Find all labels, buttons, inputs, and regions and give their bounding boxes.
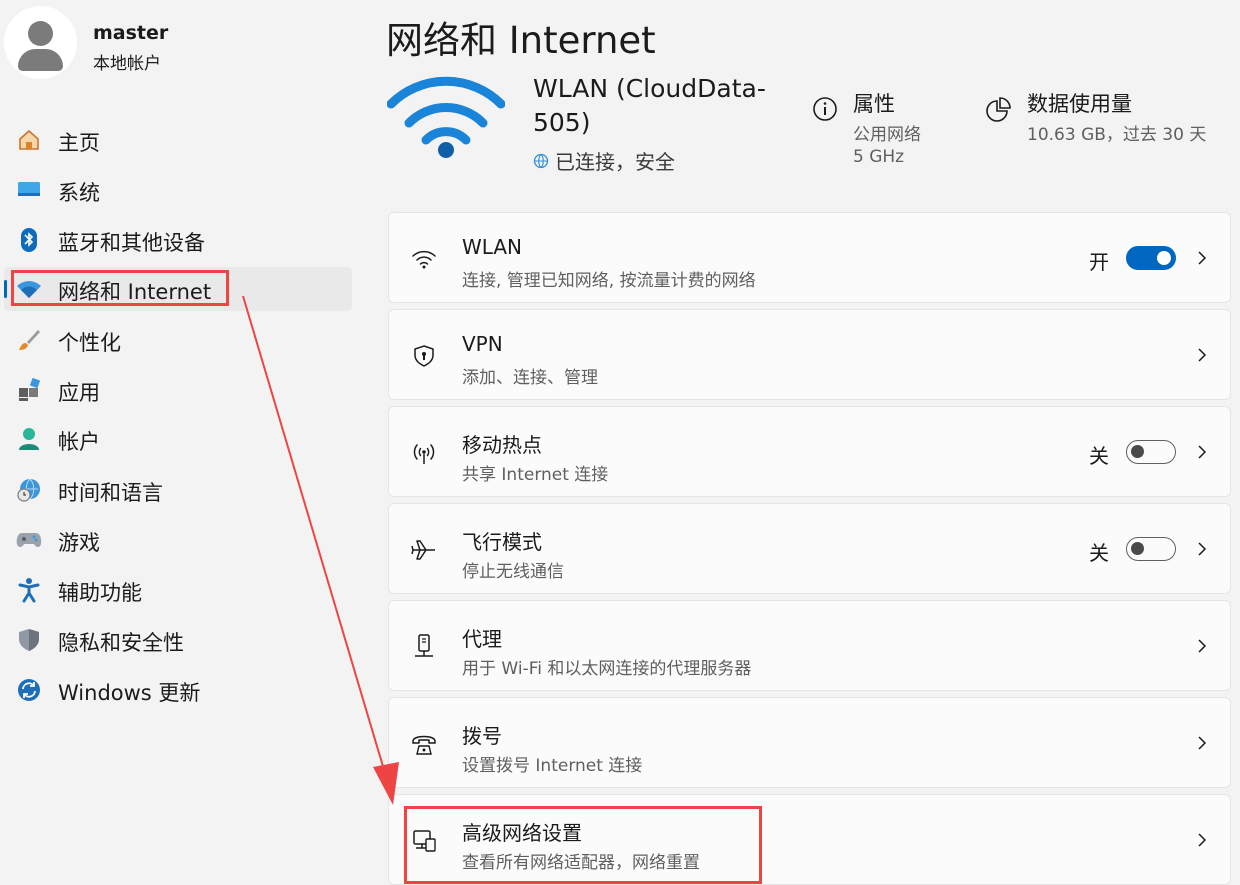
card-subtitle: 停止无线通信 xyxy=(462,562,564,582)
wifi-icon xyxy=(411,246,437,272)
sidebar-item-accounts[interactable]: 帐户 xyxy=(4,417,352,461)
toggle-knob xyxy=(1131,445,1144,458)
chevron-right-icon xyxy=(1198,348,1207,362)
card-title: WLAN xyxy=(462,235,523,259)
sidebar-item-label: 帐户 xyxy=(58,430,100,454)
dialup-icon xyxy=(411,731,437,757)
data-usage-amount: 10.63 GB，过去 30 天 xyxy=(1027,125,1207,145)
card-subtitle: 共享 Internet 连接 xyxy=(462,465,609,485)
sidebar-item-label: Windows 更新 xyxy=(58,681,201,705)
avatar-head-icon xyxy=(28,21,53,46)
annotation-highlight-advanced xyxy=(404,806,762,884)
avatar[interactable] xyxy=(4,6,77,79)
sidebar-item-label: 隐私和安全性 xyxy=(58,631,184,655)
card-title: VPN xyxy=(462,332,503,356)
apps-icon xyxy=(16,378,42,402)
card-wlan[interactable]: WLAN 连接, 管理已知网络, 按流量计费的网络 开 xyxy=(388,212,1231,303)
chevron-right-icon xyxy=(1198,833,1207,847)
toggle-state-label: 关 xyxy=(1089,444,1109,468)
gamepad-icon xyxy=(16,528,42,552)
accessibility-icon xyxy=(16,578,42,603)
sidebar-item-label: 主页 xyxy=(58,131,100,155)
chevron-right-icon xyxy=(1198,542,1207,556)
card-title: 拨号 xyxy=(462,724,502,748)
card-subtitle: 添加、连接、管理 xyxy=(462,368,598,388)
chevron-right-icon xyxy=(1198,445,1207,459)
user-name: master xyxy=(93,22,169,44)
sidebar-item-home[interactable]: 主页 xyxy=(4,118,352,162)
toggle-knob xyxy=(1157,251,1171,265)
properties-network-type: 公用网络 xyxy=(853,125,921,145)
toggle-state-label: 关 xyxy=(1089,541,1109,565)
annotation-highlight-network xyxy=(11,270,229,306)
card-mobile-hotspot[interactable]: 移动热点 共享 Internet 连接 关 xyxy=(388,406,1231,497)
proxy-icon xyxy=(411,634,437,660)
card-subtitle: 设置拨号 Internet 连接 xyxy=(462,756,643,776)
sidebar-item-personalization[interactable]: 个性化 xyxy=(4,318,352,362)
sidebar-item-time-language[interactable]: 时间和语言 xyxy=(4,468,352,512)
chevron-right-icon xyxy=(1198,639,1207,653)
airplane-mode-toggle[interactable] xyxy=(1126,537,1176,561)
sidebar-item-label: 游戏 xyxy=(58,531,100,555)
shield-icon xyxy=(16,628,42,652)
globe-clock-icon xyxy=(16,478,42,502)
sidebar-item-bluetooth[interactable]: 蓝牙和其他设备 xyxy=(4,218,352,262)
card-dial-up[interactable]: 拨号 设置拨号 Internet 连接 xyxy=(388,697,1231,788)
sidebar-item-label: 应用 xyxy=(58,381,100,405)
properties-band: 5 GHz xyxy=(853,147,905,167)
bluetooth-icon xyxy=(16,228,42,252)
network-status-text: 已连接，安全 xyxy=(555,150,675,174)
chevron-right-icon xyxy=(1198,736,1207,750)
page-title: 网络和 Internet xyxy=(386,19,656,62)
card-vpn[interactable]: VPN 添加、连接、管理 xyxy=(388,309,1231,400)
toggle-state-label: 开 xyxy=(1089,250,1109,274)
wlan-toggle[interactable] xyxy=(1126,246,1176,270)
brush-icon xyxy=(16,328,42,352)
chevron-right-icon xyxy=(1198,251,1207,265)
sidebar-item-label: 时间和语言 xyxy=(58,481,163,505)
sidebar-item-system[interactable]: 系统 xyxy=(4,168,352,212)
update-icon xyxy=(16,678,42,702)
avatar-body-icon xyxy=(18,49,63,71)
home-icon xyxy=(16,128,42,152)
globe-icon xyxy=(533,153,549,168)
sidebar-item-label: 个性化 xyxy=(58,331,121,355)
sidebar-item-apps[interactable]: 应用 xyxy=(4,368,352,412)
vpn-shield-icon xyxy=(411,343,437,369)
hotspot-icon xyxy=(411,440,437,466)
card-title: 代理 xyxy=(462,627,502,651)
data-usage-title[interactable]: 数据使用量 xyxy=(1027,88,1132,118)
network-status: 已连接，安全 xyxy=(533,146,675,175)
pie-chart-icon[interactable] xyxy=(985,97,1011,123)
network-name: WLAN (CloudData-505) xyxy=(533,74,766,137)
sidebar-item-windows-update[interactable]: Windows 更新 xyxy=(4,668,352,712)
sidebar-item-label: 辅助功能 xyxy=(58,581,142,605)
card-title: 飞行模式 xyxy=(462,530,542,554)
sidebar-item-accessibility[interactable]: 辅助功能 xyxy=(4,568,352,612)
card-title: 移动热点 xyxy=(462,433,542,457)
info-icon[interactable] xyxy=(812,96,838,122)
hotspot-toggle[interactable] xyxy=(1126,440,1176,464)
card-airplane-mode[interactable]: 飞行模式 停止无线通信 关 xyxy=(388,503,1231,594)
airplane-icon xyxy=(411,537,437,563)
card-subtitle: 连接, 管理已知网络, 按流量计费的网络 xyxy=(462,271,756,291)
card-proxy[interactable]: 代理 用于 Wi-Fi 和以太网连接的代理服务器 xyxy=(388,600,1231,691)
sidebar-item-privacy[interactable]: 隐私和安全性 xyxy=(4,618,352,662)
sidebar-item-gaming[interactable]: 游戏 xyxy=(4,518,352,562)
selected-indicator xyxy=(4,280,7,298)
system-icon xyxy=(16,178,42,202)
sidebar-item-label: 蓝牙和其他设备 xyxy=(58,231,205,255)
toggle-knob xyxy=(1131,542,1144,555)
sidebar-item-label: 系统 xyxy=(58,181,100,205)
account-icon xyxy=(16,427,42,451)
properties-title[interactable]: 属性 xyxy=(853,88,895,118)
wifi-large-icon xyxy=(387,76,505,158)
user-account-type: 本地帐户 xyxy=(93,54,161,74)
card-subtitle: 用于 Wi-Fi 和以太网连接的代理服务器 xyxy=(462,659,752,679)
